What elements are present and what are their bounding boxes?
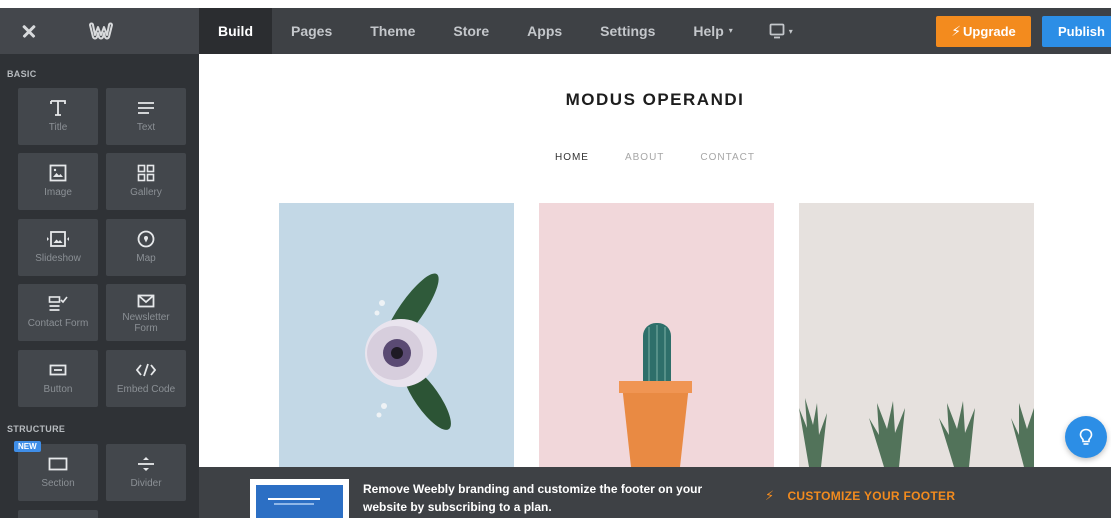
new-badge: NEW bbox=[14, 441, 41, 452]
lightning-icon: ⚡ bbox=[765, 488, 775, 503]
footer-preview-thumbnail bbox=[250, 479, 349, 518]
element-tile-label: Slideshow bbox=[35, 253, 81, 264]
editor-nav: Build Pages Theme Store Apps Settings He… bbox=[199, 8, 810, 54]
element-tile-gallery[interactable]: Gallery bbox=[106, 153, 186, 210]
tab-theme[interactable]: Theme bbox=[351, 8, 434, 54]
tab-settings-label: Settings bbox=[600, 23, 656, 39]
section-heading-basic: BASIC bbox=[7, 69, 37, 79]
tab-build[interactable]: Build bbox=[199, 8, 272, 54]
tab-apps-label: Apps bbox=[527, 23, 563, 39]
footer-promo-banner: Remove Weebly branding and customize the… bbox=[199, 467, 1111, 518]
lightbulb-icon bbox=[1079, 428, 1093, 445]
upgrade-button[interactable]: ⚡ Upgrade bbox=[936, 16, 1031, 47]
element-tile-slideshow[interactable]: Slideshow bbox=[18, 219, 98, 276]
monitor-icon bbox=[769, 23, 785, 39]
upgrade-label: Upgrade bbox=[963, 24, 1016, 39]
element-tile-label: Section bbox=[41, 478, 75, 489]
gallery-photo-pineapples[interactable] bbox=[799, 203, 1034, 467]
tab-pages[interactable]: Pages bbox=[272, 8, 351, 54]
chevron-down-icon: ▾ bbox=[788, 26, 793, 36]
image-icon bbox=[49, 164, 67, 182]
lightning-icon: ⚡ bbox=[951, 23, 962, 39]
code-icon bbox=[136, 363, 156, 377]
element-tile-label: Gallery bbox=[130, 187, 162, 198]
contact-form-icon bbox=[48, 296, 68, 311]
publish-button[interactable]: Publish bbox=[1042, 16, 1111, 47]
slideshow-icon bbox=[47, 231, 69, 247]
elements-sidebar: BASIC Title Text Image Gallery Slideshow… bbox=[0, 54, 199, 518]
tab-build-label: Build bbox=[218, 23, 253, 39]
gallery-icon bbox=[137, 164, 155, 182]
tab-settings[interactable]: Settings bbox=[581, 8, 674, 54]
gallery-photo-flower[interactable] bbox=[279, 203, 514, 467]
element-tile-label: Title bbox=[48, 122, 68, 133]
element-tile-embed-code[interactable]: Embed Code bbox=[106, 350, 186, 407]
footer-promo-text: Remove Weebly branding and customize the… bbox=[363, 482, 703, 514]
gallery-photo-cactus[interactable] bbox=[539, 203, 774, 467]
tab-apps[interactable]: Apps bbox=[508, 8, 581, 54]
tab-theme-label: Theme bbox=[370, 23, 416, 39]
element-tile-label: Contact Form bbox=[27, 318, 89, 329]
element-tile-newsletter-form[interactable]: Newsletter Form bbox=[106, 284, 186, 341]
tab-pages-label: Pages bbox=[291, 23, 333, 39]
site-nav-home[interactable]: HOME bbox=[555, 152, 589, 163]
site-nav: HOME ABOUT CONTACT bbox=[199, 152, 1111, 163]
title-icon bbox=[50, 100, 66, 116]
element-tile-label: Divider bbox=[130, 478, 162, 489]
customize-footer-label: CUSTOMIZE YOUR FOOTER bbox=[787, 489, 956, 503]
element-tile-text[interactable]: Text bbox=[106, 88, 186, 145]
weebly-logo-icon[interactable] bbox=[88, 21, 114, 41]
toolbar-left-block bbox=[0, 8, 199, 54]
element-tile-divider[interactable]: Divider bbox=[106, 444, 186, 501]
text-icon bbox=[138, 102, 154, 114]
section-heading-structure: STRUCTURE bbox=[7, 424, 66, 434]
customize-footer-link[interactable]: ⚡ CUSTOMIZE YOUR FOOTER bbox=[765, 488, 955, 504]
tab-help-label: Help bbox=[693, 23, 724, 39]
element-tile-label: Embed Code bbox=[116, 384, 176, 395]
element-tile-label: Text bbox=[136, 122, 156, 133]
divider-icon bbox=[138, 457, 154, 471]
element-tile-label: Button bbox=[43, 384, 73, 395]
site-nav-about[interactable]: ABOUT bbox=[625, 152, 664, 163]
button-icon bbox=[49, 364, 67, 376]
close-editor-icon[interactable] bbox=[18, 20, 40, 42]
element-tile-button[interactable]: Button bbox=[18, 350, 98, 407]
envelope-icon bbox=[137, 294, 155, 308]
tab-store-label: Store bbox=[453, 23, 490, 39]
chevron-down-icon: ▾ bbox=[728, 25, 733, 35]
element-tile-contact-form[interactable]: Contact Form bbox=[18, 284, 98, 341]
editor-toolbar: Build Pages Theme Store Apps Settings He… bbox=[0, 8, 1111, 54]
help-tips-button[interactable] bbox=[1065, 416, 1107, 458]
tab-help[interactable]: Help ▾ bbox=[674, 8, 751, 54]
site-canvas[interactable]: MODUS OPERANDI HOME ABOUT CONTACT bbox=[199, 54, 1111, 467]
element-tile-map[interactable]: Map bbox=[106, 219, 186, 276]
element-tile-section[interactable]: Section bbox=[18, 444, 98, 501]
site-nav-contact[interactable]: CONTACT bbox=[700, 152, 755, 163]
site-title[interactable]: MODUS OPERANDI bbox=[199, 90, 1111, 110]
element-tile-partial[interactable] bbox=[18, 510, 98, 518]
element-tile-label: Newsletter Form bbox=[122, 312, 170, 334]
device-preview-button[interactable]: ▾ bbox=[752, 8, 810, 54]
tab-store[interactable]: Store bbox=[434, 8, 508, 54]
publish-label: Publish bbox=[1058, 24, 1105, 39]
element-tile-title[interactable]: Title bbox=[18, 88, 98, 145]
element-tile-image[interactable]: Image bbox=[18, 153, 98, 210]
section-icon bbox=[48, 457, 68, 471]
map-pin-icon bbox=[137, 230, 155, 248]
element-tile-label: Map bbox=[136, 253, 156, 264]
element-tile-label: Image bbox=[44, 187, 72, 198]
